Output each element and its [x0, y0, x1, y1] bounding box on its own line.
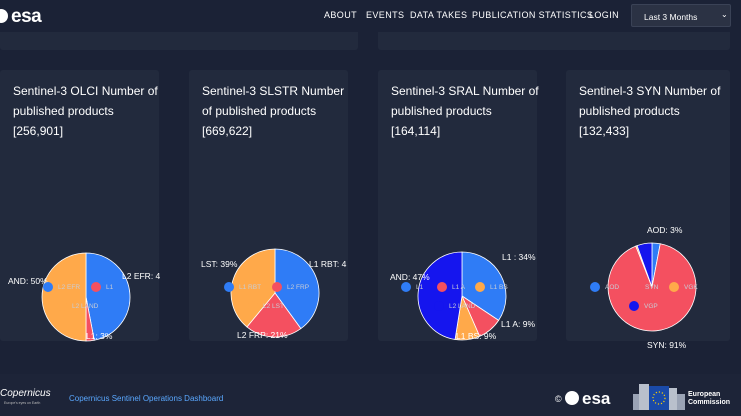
- card-stub-left: [0, 32, 358, 50]
- card-stub-right: [378, 32, 730, 50]
- pie-label-syn: SYN: 91%: [647, 340, 687, 350]
- legend-label: L2 EFR: [58, 284, 81, 291]
- pie-label-l2-land: AND: 47%: [390, 272, 430, 282]
- legend-dot: [590, 282, 600, 292]
- esa-logo[interactable]: esa: [0, 4, 54, 28]
- pie-label-aod: AOD: 3%: [647, 225, 683, 235]
- esa-logo-text: esa: [11, 6, 42, 27]
- card-title: Sentinel-3 SYN Number of published produ…: [579, 84, 721, 138]
- card-title: Sentinel-3 SLSTR Number of published pro…: [202, 84, 345, 138]
- copyright-symbol: ©: [555, 394, 562, 404]
- card-slstr: Sentinel-3 SLSTR Number of published pro…: [189, 70, 348, 341]
- legend-label: L2 FRP: [287, 284, 310, 291]
- pie-slice-l2-efr[interactable]: [85, 252, 131, 341]
- pie-slice-l2-land[interactable]: [41, 252, 87, 342]
- pie-label-l1: L1 : 34%: [502, 252, 536, 262]
- legend-dot: [248, 301, 258, 311]
- legend-label: SYN: [645, 284, 659, 291]
- legend-label: AOD: [605, 284, 620, 291]
- legend-dot: [401, 282, 411, 292]
- legend-dot: [434, 301, 444, 311]
- eu-flag-icon[interactable]: [633, 384, 685, 410]
- legend-dot: [475, 282, 485, 292]
- nav-publication-statistics[interactable]: PUBLICATION STATISTICS: [472, 10, 593, 20]
- legend-dot: [669, 282, 679, 292]
- esa-footer-logo[interactable]: esa: [582, 389, 610, 409]
- pie-chart-slstr: L1 RBT: 4 L2 FRP: 21% LST: 39%: [201, 248, 347, 340]
- legend-dot: [629, 301, 639, 311]
- nav-events[interactable]: EVENTS: [366, 10, 404, 20]
- legend-dot: [437, 282, 447, 292]
- european-commission-text: European Commission: [688, 391, 730, 407]
- legend-label: L1 RBT: [239, 284, 262, 291]
- nav-login[interactable]: LOGIN: [589, 10, 619, 20]
- ec-line-2: Commission: [688, 399, 731, 406]
- pie-chart-sral: L1 : 34% L1 A: 9% L1 BS: 9% AND: 47%: [390, 251, 536, 341]
- card-title: Sentinel-3 OLCI Number of published prod…: [13, 84, 158, 138]
- dashboard-link[interactable]: Copernicus Sentinel Operations Dashboard: [69, 394, 223, 403]
- pie-slice-l2-land[interactable]: [417, 251, 463, 340]
- legend-label: L2 LST: [263, 303, 284, 310]
- legend-dot: [224, 282, 234, 292]
- card-title: Sentinel-3 SRAL Number of published prod…: [391, 84, 539, 138]
- chevron-down-icon: ⌄: [721, 10, 728, 19]
- esa-footer-logo-mark: [565, 391, 579, 405]
- legend-dot: [57, 301, 67, 311]
- pie-label-l1-rbt: L1 RBT: 4: [309, 259, 347, 269]
- legend-dot: [43, 282, 53, 292]
- nav-data-takes[interactable]: DATA TAKES: [410, 10, 467, 20]
- period-select[interactable]: Last 3 Months ⌄: [631, 4, 731, 27]
- period-select-value: Last 3 Months: [644, 12, 698, 22]
- card-sral: Sentinel-3 SRAL Number of published prod…: [378, 70, 539, 341]
- legend-label: L1 BS: [490, 284, 508, 291]
- legend-label: L1 A: [452, 284, 466, 291]
- pie-label-l2-frp: L2 FRP: 21%: [237, 330, 288, 340]
- ec-line-1: European: [688, 391, 721, 398]
- pie-label-l1-bs: L1 BS: 9%: [456, 331, 497, 341]
- pie-label-l2-land: AND: 50%: [8, 276, 48, 286]
- pie-label-l1: L1: 3%: [86, 331, 113, 341]
- card-olci: Sentinel-3 OLCI Number of published prod…: [0, 70, 161, 342]
- pie-chart-olci: L2 EFR: 4 L1: 3% AND: 50%: [8, 252, 161, 342]
- card-syn: Sentinel-3 SYN Number of published produ…: [566, 70, 730, 350]
- legend-label: L1: [106, 284, 114, 291]
- footer: Copernicus Europe's eyes on Earth Copern…: [0, 374, 741, 416]
- top-nav: esa ABOUT EVENTS DATA TAKES PUBLICATION …: [0, 0, 741, 32]
- pie-label-l1-a: L1 A: 9%: [501, 319, 535, 329]
- pie-label-l2-lst: LST: 39%: [201, 259, 238, 269]
- esa-logo-mark: [0, 9, 8, 23]
- legend-label: L2 LAND: [72, 303, 99, 310]
- copernicus-logo[interactable]: Copernicus: [0, 388, 51, 399]
- pie-label-l2-efr: L2 EFR: 4: [122, 271, 161, 281]
- legend-label: L2 LAND: [449, 303, 476, 310]
- legend-label: L1: [416, 284, 424, 291]
- legend-label: VGK: [684, 284, 698, 291]
- legend-dot: [91, 282, 101, 292]
- copernicus-tagline: Europe's eyes on Earth: [4, 401, 41, 405]
- nav-about[interactable]: ABOUT: [324, 10, 357, 20]
- legend-dot: [630, 282, 640, 292]
- legend-dot: [272, 282, 282, 292]
- legend-label: VGP: [644, 303, 658, 310]
- pie-chart-syn: AOD: 3% SYN: 91%: [607, 225, 697, 350]
